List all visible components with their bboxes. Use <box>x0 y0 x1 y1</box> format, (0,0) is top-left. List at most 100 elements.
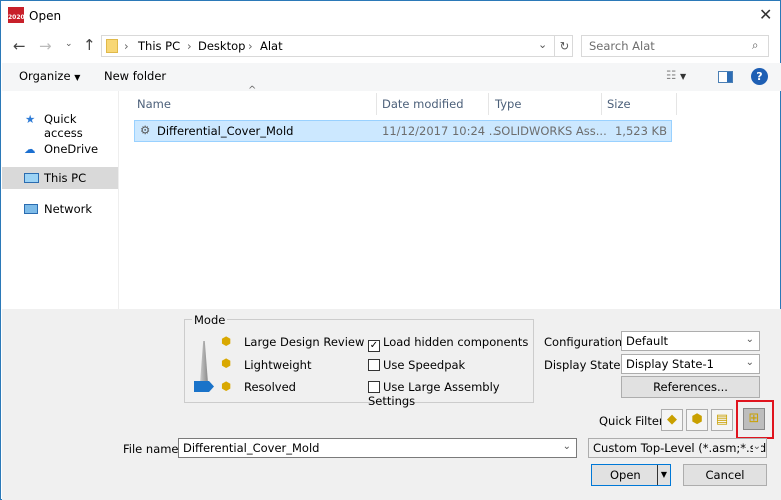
view-options-icon[interactable]: ☷ ▼ <box>666 68 686 82</box>
open-dropdown-icon[interactable]: ▼ <box>657 465 670 485</box>
filter-assemblies-icon[interactable]: ⬢ <box>686 409 708 431</box>
close-icon[interactable]: ✕ <box>759 5 772 24</box>
display-state-value: Display State-1 <box>626 357 714 371</box>
sidebar-item-label: OneDrive <box>44 142 99 156</box>
recent-locations-chevron-icon[interactable]: ⌄ <box>65 39 73 49</box>
mode-slider-track <box>200 341 208 383</box>
references-button[interactable]: References... <box>621 376 760 398</box>
column-divider[interactable] <box>601 93 602 115</box>
column-header-type[interactable]: Type <box>495 97 521 111</box>
load-hidden-components-checkbox[interactable]: ✓ Load hidden components <box>368 335 528 352</box>
use-speedpak-checkbox[interactable]: Use Speedpak <box>368 358 465 372</box>
display-state-select[interactable]: Display State-1 ⌄ <box>621 354 760 374</box>
caret-down-icon: ▼ <box>74 73 81 82</box>
quick-filter-label: Quick Filter: <box>599 414 668 428</box>
chevron-down-icon: ⌄ <box>745 357 754 368</box>
organize-button[interactable]: Organize ▼ <box>19 69 80 83</box>
solidworks-app-icon: 2020 <box>8 7 25 23</box>
checkbox-label: Use Speedpak <box>383 358 466 372</box>
column-header-date[interactable]: Date modified <box>382 97 464 111</box>
file-type-select[interactable]: Custom Top-Level (*.asm;*.sldasm)⌄ <box>588 438 767 458</box>
up-arrow-icon[interactable]: ↑ <box>83 36 96 54</box>
forward-arrow-icon[interactable]: → <box>39 37 52 55</box>
window-title: Open <box>29 9 62 23</box>
file-name-value: Differential_Cover_Mold <box>183 441 320 455</box>
file-row[interactable]: ⚙ Differential_Cover_Mold 11/12/2017 10:… <box>134 120 672 142</box>
file-name-input[interactable]: Differential_Cover_Mold ⌄ <box>178 438 577 458</box>
sidebar-item-onedrive[interactable]: ☁ OneDrive <box>2 139 118 161</box>
breadcrumb-sep-icon: › <box>187 39 192 53</box>
checkbox-label: Load hidden components <box>383 335 529 349</box>
resolved-icon: ⬢ <box>221 379 232 393</box>
sidebar-item-this-pc[interactable]: This PC <box>2 167 118 189</box>
sidebar-item-quick-access[interactable]: ★ Quick access <box>2 109 118 140</box>
breadcrumb-desktop[interactable]: Desktop <box>198 39 245 53</box>
file-name-label: File name: <box>123 442 183 456</box>
folder-icon <box>106 39 118 53</box>
column-header-size[interactable]: Size <box>607 97 631 111</box>
mode-large-design-review[interactable]: Large Design Review <box>244 335 364 349</box>
sidebar-item-label: Quick access <box>44 112 83 140</box>
preview-pane-icon[interactable] <box>718 71 733 83</box>
back-arrow-icon[interactable]: ← <box>13 37 26 55</box>
options-panel: Mode ⬢ Large Design Review ⬢ Lightweight… <box>2 309 781 500</box>
solidworks-assembly-icon: ⚙ <box>140 123 151 137</box>
sidebar-item-label: This PC <box>44 171 87 185</box>
large-design-review-icon: ⬢ <box>221 334 232 348</box>
cancel-button[interactable]: Cancel <box>683 464 767 486</box>
chevron-down-icon: ⌄ <box>745 334 754 345</box>
breadcrumb-alat[interactable]: Alat <box>260 39 283 53</box>
mode-slider-handle[interactable] <box>194 381 214 392</box>
mode-lightweight[interactable]: Lightweight <box>244 358 311 372</box>
file-date: 11/12/2017 10:24 ... <box>382 124 500 138</box>
refresh-icon[interactable]: ↻ <box>554 35 574 57</box>
display-state-label: Display State: <box>544 358 625 372</box>
sort-ascending-icon: ^ <box>248 85 257 96</box>
sidebar-item-network[interactable]: Network <box>2 199 118 221</box>
breadcrumb-sep-icon: › <box>124 39 129 53</box>
mode-group-title: Mode <box>192 313 228 327</box>
sidebar-item-label: Network <box>44 202 93 216</box>
file-size: 1,523 KB <box>614 124 667 138</box>
star-icon: ★ <box>25 112 36 126</box>
use-large-assembly-settings-checkbox[interactable]: Use Large Assembly Settings <box>368 380 533 408</box>
chevron-down-icon: ⌄ <box>562 441 571 452</box>
column-divider[interactable] <box>376 93 377 115</box>
navigation-pane: ★ Quick access ☁ OneDrive This PC Networ… <box>2 91 119 309</box>
filter-parts-icon[interactable]: ◆ <box>661 409 683 431</box>
computer-icon <box>24 173 39 183</box>
breadcrumb-this-pc[interactable]: This PC <box>138 39 180 53</box>
cloud-icon: ☁ <box>24 142 36 156</box>
lightweight-icon: ⬢ <box>221 356 232 370</box>
configuration-value: Default <box>626 334 669 348</box>
mode-resolved[interactable]: Resolved <box>244 380 296 394</box>
mode-group: Mode ⬢ Large Design Review ⬢ Lightweight… <box>184 313 534 408</box>
filter-top-level-assemblies-icon[interactable]: ⊞ <box>743 408 765 430</box>
address-dropdown-icon[interactable]: ⌄ <box>538 38 547 51</box>
organize-label: Organize <box>19 69 71 83</box>
file-name: Differential_Cover_Mold <box>157 124 294 138</box>
configuration-select[interactable]: Default ⌄ <box>621 331 760 351</box>
column-divider[interactable] <box>488 93 489 115</box>
file-type: SOLIDWORKS Ass... <box>494 124 607 138</box>
open-label: Open <box>610 468 641 482</box>
checkmark-icon: ✓ <box>368 340 380 352</box>
app-badge: 2020 <box>8 14 25 21</box>
chevron-down-icon: ⌄ <box>752 441 761 452</box>
checkbox-label: Use Large Assembly Settings <box>368 380 500 408</box>
search-box[interactable]: Search Alat ⌕ <box>581 35 769 57</box>
help-icon[interactable]: ? <box>751 68 768 85</box>
search-icon: ⌕ <box>752 38 759 52</box>
open-dialog: 2020 Open ✕ ← → ⌄ ↑ › This PC › Desktop … <box>0 0 781 500</box>
breadcrumb-sep-icon: › <box>248 39 253 53</box>
search-input[interactable]: Search Alat <box>589 39 655 53</box>
new-folder-button[interactable]: New folder <box>104 69 166 83</box>
address-bar[interactable]: › This PC › Desktop › Alat ⌄ ↻ <box>101 35 573 57</box>
filter-drawings-icon[interactable]: ▤ <box>711 409 733 431</box>
column-header-name[interactable]: Name <box>137 97 171 111</box>
file-type-value: Custom Top-Level (*.asm;*.sldasm) <box>593 441 767 455</box>
open-button[interactable]: Open ▼ <box>591 464 671 486</box>
configuration-label: Configuration: <box>544 335 626 349</box>
network-icon <box>24 204 38 214</box>
column-divider[interactable] <box>676 93 677 115</box>
